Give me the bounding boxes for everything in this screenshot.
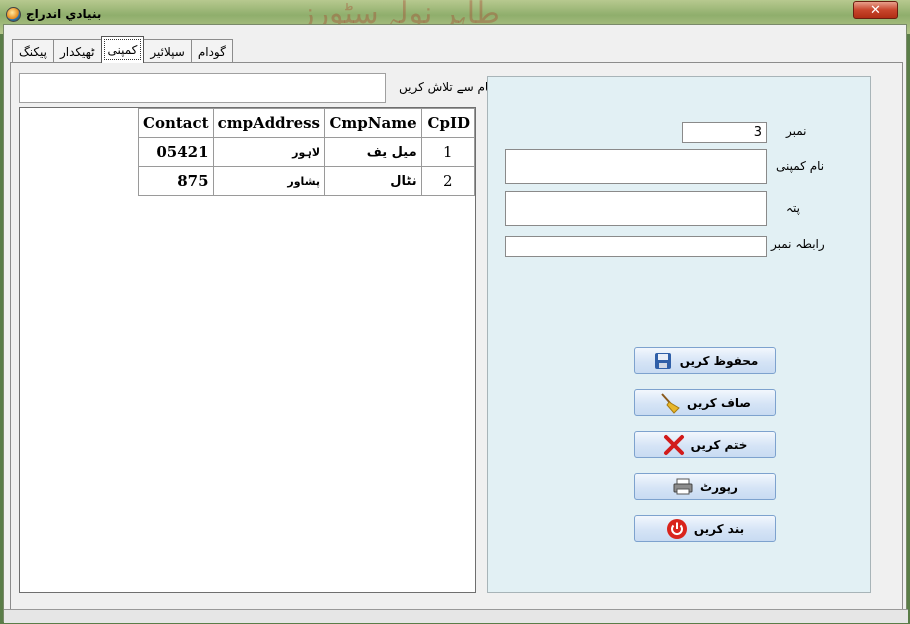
companies-table: Contact cmpAddress CmpName CpID 05421 لا… bbox=[138, 108, 476, 196]
delete-button-label: ختم کریں bbox=[690, 437, 748, 452]
column-header-name[interactable]: CmpName bbox=[324, 108, 422, 138]
company-name-label: نام کمپنی bbox=[776, 159, 825, 173]
column-header-address[interactable]: cmpAddress bbox=[212, 108, 326, 138]
tab-strip: پیکنگ ٹھیکدار کمپنی سپلائیر گودام bbox=[12, 35, 233, 63]
close-window-button[interactable]: ✕ bbox=[853, 1, 898, 19]
number-field[interactable]: 3 bbox=[682, 122, 767, 143]
entry-panel: 3 نمبر نام کمپنی پتہ رابطہ نمبر محفوظ کر… bbox=[487, 76, 871, 593]
companies-grid[interactable]: Contact cmpAddress CmpName CpID 05421 لا… bbox=[19, 107, 476, 593]
table-row[interactable]: 05421 لاہور میل یف 1 bbox=[138, 137, 476, 167]
cell-id: 1 bbox=[420, 137, 476, 167]
search-label: نام سے تلاش کریں bbox=[399, 80, 492, 94]
window-title: بنيادي اندراج bbox=[26, 7, 102, 21]
cell-address: پشاور bbox=[212, 166, 326, 196]
clear-button-label: صاف کریں bbox=[687, 395, 751, 410]
window-client: پیکنگ ٹھیکدار کمپنی سپلائیر گودام نام سے… bbox=[3, 24, 908, 623]
tab-company[interactable]: کمپنی bbox=[100, 36, 145, 63]
save-button[interactable]: محفوظ کریں bbox=[634, 347, 776, 374]
search-input[interactable] bbox=[19, 73, 386, 103]
cell-name: میل یف bbox=[324, 137, 422, 167]
column-header-id[interactable]: CpID bbox=[420, 108, 476, 138]
tab-packing[interactable]: پیکنگ bbox=[12, 39, 54, 63]
app-icon bbox=[6, 7, 21, 22]
save-button-label: محفوظ کریں bbox=[679, 353, 759, 368]
tab-supplier[interactable]: سپلائیر bbox=[143, 39, 192, 63]
printer-icon bbox=[672, 476, 694, 498]
status-strip bbox=[4, 609, 908, 623]
report-button[interactable]: رپورٹ bbox=[634, 473, 776, 500]
table-row[interactable]: 875 پشاور نٹال 2 bbox=[138, 166, 476, 196]
column-header-contact[interactable]: Contact bbox=[138, 108, 214, 138]
cell-address: لاہور bbox=[212, 137, 326, 167]
tab-warehouse[interactable]: گودام bbox=[190, 39, 233, 63]
tab-panel-company: نام سے تلاش کریں Contact cmpAddress CmpN… bbox=[10, 62, 903, 610]
address-label: پتہ bbox=[786, 201, 800, 215]
table-header-row: Contact cmpAddress CmpName CpID bbox=[138, 108, 476, 138]
number-label: نمبر bbox=[786, 124, 807, 138]
red-x-icon bbox=[663, 434, 685, 456]
cell-id: 2 bbox=[420, 166, 476, 196]
address-field[interactable] bbox=[505, 191, 767, 226]
close-button-label: بند کریں bbox=[693, 521, 745, 536]
clear-button[interactable]: صاف کریں bbox=[634, 389, 776, 416]
tab-contractor[interactable]: ٹھیکدار bbox=[52, 39, 102, 63]
cell-contact: 875 bbox=[138, 166, 214, 196]
company-name-field[interactable] bbox=[505, 149, 767, 184]
delete-button[interactable]: ختم کریں bbox=[634, 431, 776, 458]
floppy-disk-icon bbox=[652, 350, 674, 372]
contact-label: رابطہ نمبر bbox=[771, 237, 825, 251]
close-button[interactable]: بند کریں bbox=[634, 515, 776, 542]
power-icon bbox=[666, 518, 688, 540]
report-button-label: رپورٹ bbox=[700, 479, 738, 494]
cell-name: نٹال bbox=[324, 166, 422, 196]
contact-field[interactable] bbox=[505, 236, 767, 257]
broom-icon bbox=[659, 392, 681, 414]
cell-contact: 05421 bbox=[138, 137, 214, 167]
